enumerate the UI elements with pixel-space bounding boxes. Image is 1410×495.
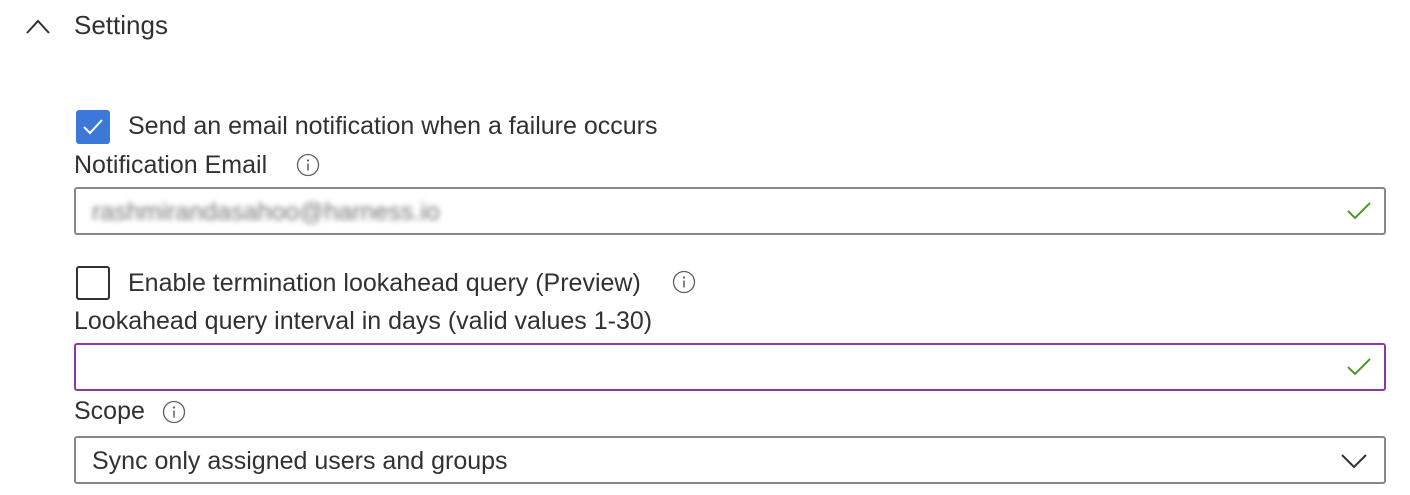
- section-title: Settings: [74, 10, 168, 40]
- scope-dropdown[interactable]: Sync only assigned users and groups: [74, 436, 1386, 484]
- info-icon[interactable]: [162, 400, 186, 424]
- obscured-email-value: rashmirandasahoo@harness.io: [92, 198, 440, 226]
- notification-email-label: Notification Email: [74, 151, 268, 179]
- email-notification-label[interactable]: Send an email notification when a failur…: [128, 110, 657, 142]
- settings-section-header[interactable]: Settings: [0, 0, 400, 52]
- lookahead-interval-label: Lookahead query interval in days (valid …: [74, 307, 653, 335]
- valid-check-icon: [1347, 358, 1371, 376]
- lookahead-checkbox-label[interactable]: Enable termination lookahead query (Prev…: [128, 267, 641, 299]
- scope-selected-value: Sync only assigned users and groups: [92, 447, 508, 475]
- info-icon[interactable]: [296, 153, 320, 177]
- scope-label: Scope: [74, 397, 145, 425]
- lookahead-checkbox[interactable]: [76, 266, 110, 300]
- info-icon[interactable]: [672, 270, 696, 294]
- checkmark-icon: [83, 119, 103, 135]
- notification-email-field[interactable]: rashmirandasahoo@harness.io: [74, 187, 1386, 235]
- email-notification-checkbox[interactable]: [76, 110, 110, 144]
- chevron-down-icon: [1341, 454, 1367, 469]
- chevron-up-icon: [26, 19, 50, 34]
- lookahead-interval-input[interactable]: [92, 353, 1312, 381]
- valid-check-icon: [1347, 202, 1371, 220]
- lookahead-interval-field[interactable]: [74, 343, 1386, 391]
